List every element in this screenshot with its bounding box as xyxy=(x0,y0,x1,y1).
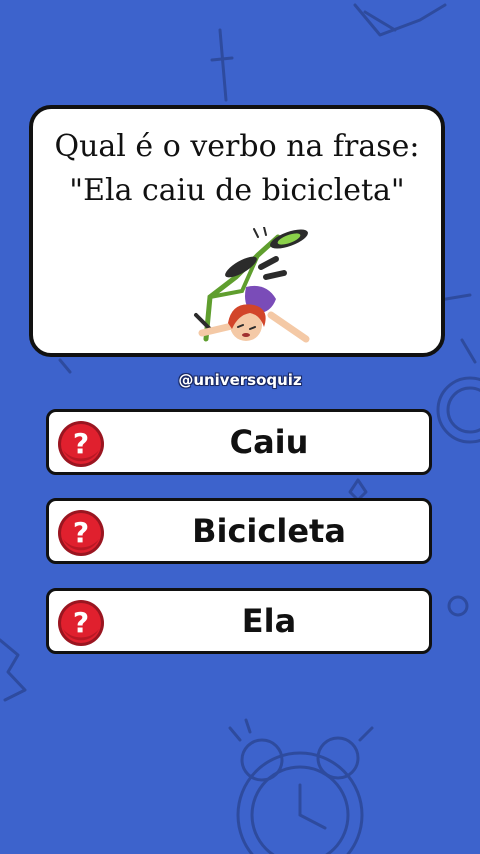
question-mark-icon: ? xyxy=(58,510,104,556)
option-label: Bicicleta xyxy=(192,512,346,550)
child-falling-off-bicycle-icon xyxy=(194,227,310,343)
question-line-1: Qual é o verbo na frase: xyxy=(54,129,420,164)
svg-text:?: ? xyxy=(73,427,89,460)
option-button-caiu[interactable]: ? Caiu xyxy=(46,409,432,475)
option-button-bicicleta[interactable]: ? Bicicleta xyxy=(46,498,432,564)
question-text: Qual é o verbo na frase: "Ela caiu de bi… xyxy=(33,125,441,213)
question-line-2: "Ela caiu de bicicleta" xyxy=(69,173,405,208)
option-button-ela[interactable]: ? Ela xyxy=(46,588,432,654)
question-mark-icon: ? xyxy=(58,600,104,646)
channel-handle: @universoquiz xyxy=(178,371,302,389)
question-card: Qual é o verbo na frase: "Ela caiu de bi… xyxy=(29,105,445,357)
svg-text:?: ? xyxy=(73,606,89,639)
question-mark-icon: ? xyxy=(58,421,104,467)
option-label: Ela xyxy=(241,602,297,640)
option-label: Caiu xyxy=(229,423,309,461)
svg-text:?: ? xyxy=(73,516,89,549)
